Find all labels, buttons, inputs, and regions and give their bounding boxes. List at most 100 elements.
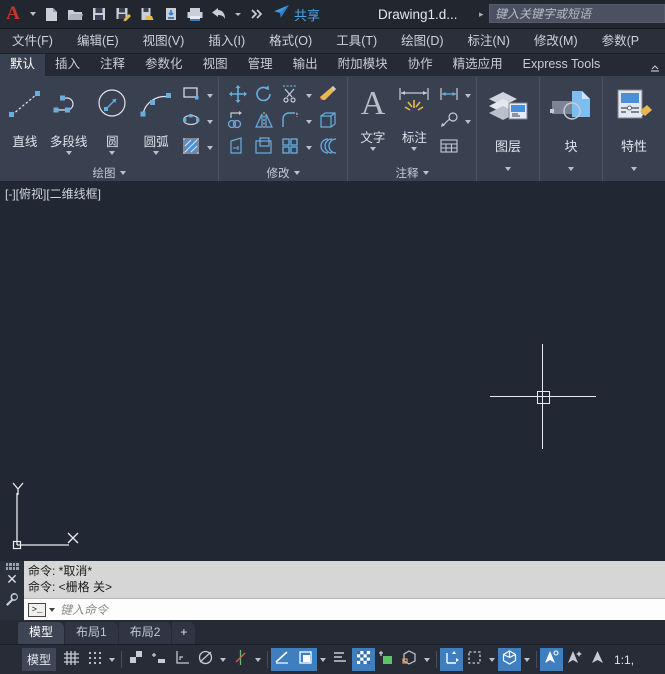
modify-trim-button[interactable] bbox=[277, 84, 303, 108]
undo-icon[interactable] bbox=[207, 0, 231, 28]
array-dropdown-icon[interactable] bbox=[303, 146, 314, 150]
linear-dim-dropdown-icon[interactable] bbox=[462, 94, 473, 98]
properties-button[interactable]: 特性 bbox=[606, 81, 662, 155]
status-clean-screen-toggle[interactable] bbox=[586, 648, 609, 671]
plot-icon[interactable] bbox=[183, 0, 207, 28]
save-as-icon[interactable] bbox=[111, 0, 135, 28]
panel-title-properties[interactable] bbox=[603, 156, 665, 182]
command-prompt-icon[interactable]: >_ bbox=[28, 602, 46, 617]
hatch-dropdown-icon[interactable] bbox=[204, 146, 215, 150]
panel-title-block[interactable] bbox=[540, 156, 602, 182]
status-transparency-toggle[interactable] bbox=[294, 648, 318, 671]
arc-dropdown-icon[interactable] bbox=[153, 151, 160, 155]
modify-copy-button[interactable] bbox=[225, 110, 251, 134]
status-annotation-visibility-toggle[interactable] bbox=[352, 648, 376, 671]
layout-tab-layout2[interactable]: 布局2 bbox=[118, 622, 172, 644]
rectangle-dropdown-icon[interactable] bbox=[204, 94, 215, 98]
command-line-grip[interactable]: ✕ bbox=[0, 561, 24, 620]
add-layout-button[interactable]: + bbox=[172, 622, 196, 644]
status-ortho-toggle[interactable] bbox=[125, 648, 148, 671]
modify-offset-button[interactable] bbox=[251, 136, 277, 160]
annotation-text-button[interactable]: A 文字 bbox=[353, 81, 393, 151]
status-grid-toggle[interactable] bbox=[60, 648, 83, 671]
status-snap-toggle[interactable] bbox=[83, 648, 106, 671]
modify-fillet-button[interactable] bbox=[277, 110, 303, 134]
trim-dropdown-icon[interactable] bbox=[303, 94, 314, 98]
document-list-caret-icon[interactable]: ▸ bbox=[479, 0, 484, 28]
draw-circle-button[interactable]: 圆 bbox=[91, 81, 135, 155]
open-folder-icon[interactable] bbox=[63, 0, 87, 28]
menu-item-insert[interactable]: 插入(I) bbox=[196, 29, 257, 53]
drawing-canvas[interactable]: [-][俯视][二维线框] bbox=[0, 181, 665, 561]
tab-view[interactable]: 视图 bbox=[193, 54, 238, 76]
menu-item-dimension[interactable]: 标注(N) bbox=[456, 29, 522, 53]
panel-properties-expand-icon[interactable] bbox=[631, 167, 637, 171]
new-file-icon[interactable] bbox=[39, 0, 63, 28]
layers-button[interactable]: 图层 bbox=[480, 81, 536, 155]
menu-item-format[interactable]: 格式(O) bbox=[257, 29, 324, 53]
status-viewport-toggle[interactable] bbox=[463, 648, 486, 671]
command-input-row[interactable]: >_ 键入命令 bbox=[24, 598, 665, 620]
status-objectsnap-toggle[interactable] bbox=[194, 648, 217, 671]
export-icon[interactable] bbox=[135, 0, 159, 28]
annotation-table-button[interactable] bbox=[436, 136, 462, 160]
tab-annotate[interactable]: 注释 bbox=[90, 54, 135, 76]
annotation-leader-button[interactable] bbox=[436, 110, 462, 134]
status-viewcube-toggle[interactable] bbox=[498, 648, 522, 671]
panel-annotation-expand-icon[interactable] bbox=[422, 171, 429, 175]
objectsnap-dropdown-icon[interactable] bbox=[217, 648, 229, 671]
status-lineweight-toggle[interactable] bbox=[271, 648, 295, 671]
command-prompt-dropdown-icon[interactable] bbox=[49, 607, 55, 612]
menu-item-tools[interactable]: 工具(T) bbox=[324, 29, 389, 53]
draw-polyline-button[interactable]: 多段线 bbox=[47, 81, 91, 155]
import-icon[interactable] bbox=[159, 0, 183, 28]
ribbon-minimize-icon[interactable] bbox=[649, 62, 661, 74]
panel-title-layers[interactable] bbox=[477, 156, 539, 182]
workspace-dropdown-icon[interactable] bbox=[421, 648, 433, 671]
menu-item-view[interactable]: 视图(V) bbox=[131, 29, 197, 53]
polyline-dropdown-icon[interactable] bbox=[65, 151, 72, 155]
menu-item-file[interactable]: 文件(F) bbox=[0, 29, 65, 53]
panel-layers-expand-icon[interactable] bbox=[505, 167, 511, 171]
fillet-dropdown-icon[interactable] bbox=[303, 120, 314, 124]
menu-item-draw[interactable]: 绘图(D) bbox=[389, 29, 455, 53]
tab-home[interactable]: 默认 bbox=[0, 54, 46, 76]
tab-add-ins[interactable]: 附加模块 bbox=[328, 54, 398, 76]
status-annotation-scale[interactable]: 1:1, bbox=[614, 653, 634, 667]
tab-parametric[interactable]: 参数化 bbox=[135, 54, 193, 76]
modify-stretch-button[interactable] bbox=[314, 110, 340, 134]
status-model-button[interactable]: 模型 bbox=[22, 648, 57, 671]
tab-manage[interactable]: 管理 bbox=[238, 54, 283, 76]
app-menu-caret-icon[interactable] bbox=[26, 0, 39, 28]
viewcube-dropdown-icon[interactable] bbox=[521, 648, 533, 671]
layout-tab-layout1[interactable]: 布局1 bbox=[65, 622, 118, 644]
modify-mirror-button[interactable] bbox=[251, 110, 277, 134]
snap-dropdown-icon[interactable] bbox=[106, 648, 118, 671]
modify-scale-button[interactable] bbox=[225, 136, 251, 160]
leader-dropdown-icon[interactable] bbox=[462, 120, 473, 124]
command-line-close-icon[interactable]: ✕ bbox=[6, 572, 18, 586]
command-line-customize-icon[interactable] bbox=[5, 592, 19, 612]
ellipse-dropdown-icon[interactable] bbox=[204, 120, 215, 124]
save-icon[interactable] bbox=[87, 0, 111, 28]
status-isometric-toggle[interactable] bbox=[171, 648, 194, 671]
modify-explode-button[interactable] bbox=[314, 136, 340, 160]
modify-erase-button[interactable] bbox=[314, 84, 340, 108]
annotation-linear-dim-button[interactable] bbox=[436, 84, 462, 108]
status-polar-toggle[interactable] bbox=[148, 648, 171, 671]
tab-collaborate[interactable]: 协作 bbox=[398, 54, 443, 76]
panel-draw-expand-icon[interactable] bbox=[119, 171, 126, 175]
draw-rectangle-button[interactable] bbox=[178, 84, 204, 108]
redo-icon[interactable] bbox=[244, 0, 268, 28]
modify-rotate-button[interactable] bbox=[251, 84, 277, 108]
app-menu-button[interactable]: A bbox=[0, 0, 26, 28]
circle-dropdown-icon[interactable] bbox=[109, 151, 116, 155]
osnap-tracking-dropdown-icon[interactable] bbox=[252, 648, 264, 671]
tab-insert[interactable]: 插入 bbox=[45, 54, 90, 76]
viewport-dropdown-icon[interactable] bbox=[486, 648, 498, 671]
status-ucs-toggle[interactable] bbox=[440, 648, 464, 671]
menu-item-modify[interactable]: 修改(M) bbox=[522, 29, 590, 53]
status-hardware-accel-toggle[interactable] bbox=[540, 648, 564, 671]
panel-title-draw[interactable]: 绘图 bbox=[0, 164, 218, 182]
layout-tab-model[interactable]: 模型 bbox=[18, 622, 65, 644]
